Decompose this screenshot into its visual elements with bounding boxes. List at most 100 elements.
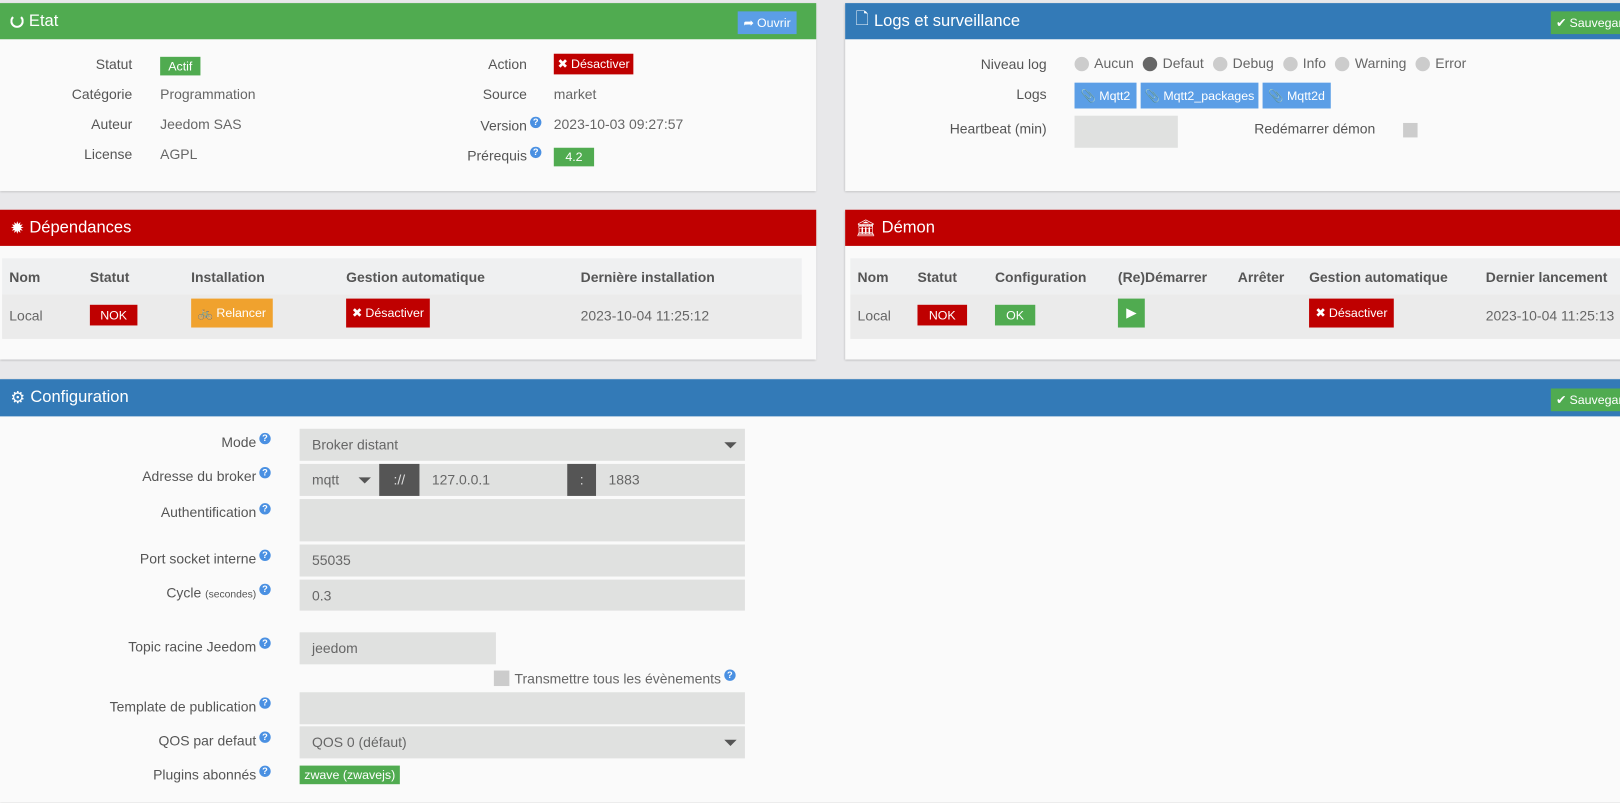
configuration-title: Configuration	[30, 388, 129, 407]
logs-label: Logs	[1016, 86, 1047, 103]
etat-header: Etat ➦ Ouvrir	[0, 3, 817, 40]
categorie-label: Catégorie	[71, 86, 133, 103]
radio-warning[interactable]: Warning	[1335, 56, 1406, 71]
col-gestion: Gestion automatique	[346, 269, 485, 286]
dep-derniere: 2023-10-04 11:25:12	[580, 307, 710, 324]
radio-aucun[interactable]: Aucun	[1074, 56, 1134, 71]
prerequis-label: Prérequis?	[467, 146, 542, 164]
prerequis-badge: 4.2	[553, 147, 595, 167]
categorie-value: Programmation	[160, 86, 256, 103]
port-separator: :	[567, 463, 597, 496]
mode-label: Mode?	[221, 432, 271, 450]
mode-select[interactable]: Broker distant	[299, 428, 745, 461]
start-daemon-button[interactable]: ▶	[1117, 298, 1145, 328]
qos-label: QOS par defaut?	[159, 731, 271, 749]
log-mqtt2-button[interactable]: 📎 Mqtt2	[1074, 82, 1137, 109]
etat-title: Etat	[28, 11, 59, 30]
help-icon[interactable]: ?	[259, 697, 271, 709]
check-circle-icon: ✔	[1555, 15, 1567, 30]
transmit-all-checkbox[interactable]	[493, 670, 510, 687]
deactivate-button[interactable]: ✖ Désactiver	[553, 53, 634, 75]
certificate-icon: ✹	[10, 219, 25, 238]
col-arreter: Arrêter	[1237, 269, 1285, 286]
demon-title: Démon	[881, 218, 935, 237]
heartbeat-label: Heartbeat (min)	[949, 120, 1047, 137]
help-icon[interactable]: ?	[259, 731, 271, 743]
open-button[interactable]: ➦ Ouvrir	[737, 11, 797, 35]
auteur-value: Jeedom SAS	[160, 116, 242, 133]
topic-input[interactable]: jeedom	[299, 632, 496, 665]
col-nom: Nom	[9, 269, 41, 286]
col-statut: Statut	[917, 269, 958, 286]
socket-port-input[interactable]: 55035	[299, 544, 745, 577]
help-icon[interactable]: ?	[259, 637, 271, 649]
template-input[interactable]	[299, 692, 745, 725]
help-icon[interactable]: ?	[530, 146, 542, 159]
demon-status-badge: NOK	[917, 304, 968, 326]
paperclip-icon: 📎	[1080, 88, 1097, 103]
relaunch-button[interactable]: 🚲 Relancer	[191, 298, 273, 328]
help-icon[interactable]: ?	[259, 583, 271, 596]
demon-dernier: 2023-10-04 11:25:13	[1485, 307, 1615, 324]
license-value: AGPL	[160, 146, 198, 163]
col-nom: Nom	[857, 269, 889, 286]
dep-deactivate-button[interactable]: ✖ Désactiver	[346, 298, 430, 328]
host-input[interactable]: 127.0.0.1	[419, 463, 568, 496]
log-level-radios: Aucun Defaut Debug Info Warning Error	[1074, 56, 1476, 71]
help-icon[interactable]: ?	[259, 765, 271, 777]
port-input[interactable]: 1883	[596, 463, 745, 496]
dependances-title: Dépendances	[29, 218, 132, 237]
log-mqtt2-packages-button[interactable]: 📎 Mqtt2_packages	[1140, 82, 1259, 109]
paperclip-icon: 📎	[1268, 88, 1284, 103]
broker-label: Adresse du broker?	[142, 467, 271, 484]
auth-textarea[interactable]	[299, 499, 745, 542]
logs-header: 🗋 Logs et surveillance ✔Sauvegarder	[845, 3, 1620, 40]
cogs-icon: ⚙	[10, 389, 26, 408]
col-statut: Statut	[89, 269, 130, 286]
demon-panel: 🏛 Démon Nom Statut Configuration (Re)Dém…	[845, 209, 1620, 360]
restart-daemon-checkbox[interactable]	[1403, 122, 1418, 138]
config-save-button[interactable]: ✔Sauvegarder	[1550, 388, 1620, 412]
caret-down-icon	[724, 441, 737, 448]
radio-info[interactable]: Info	[1283, 56, 1326, 71]
demon-config-badge: OK	[994, 304, 1036, 326]
radio-debug[interactable]: Debug	[1213, 56, 1274, 71]
auteur-label: Auteur	[91, 116, 133, 133]
save-button[interactable]: ✔Sauvegarder	[1550, 11, 1620, 35]
protocol-select[interactable]: mqtt	[299, 463, 380, 496]
bicycle-icon: 🚲	[197, 305, 214, 321]
niveau-log-label: Niveau log	[980, 56, 1047, 73]
help-icon[interactable]: ?	[259, 467, 271, 479]
help-icon[interactable]: ?	[724, 669, 736, 681]
source-value: market	[553, 86, 597, 103]
log-mqtt2d-button[interactable]: 📎 Mqtt2d	[1262, 82, 1331, 109]
help-icon[interactable]: ?	[259, 503, 271, 515]
file-icon: 🗋	[855, 10, 869, 28]
close-icon: ✖	[557, 56, 568, 72]
col-installation: Installation	[191, 269, 265, 286]
col-gestion: Gestion automatique	[1309, 269, 1448, 286]
paperclip-icon: 📎	[1144, 88, 1161, 103]
demon-nom: Local	[857, 307, 891, 324]
demon-deactivate-button[interactable]: ✖ Désactiver	[1309, 298, 1394, 328]
col-redemarrer: (Re)Démarrer	[1117, 269, 1208, 286]
qos-select[interactable]: QOS 0 (défaut)	[299, 726, 745, 759]
version-value: 2023-10-03 09:27:57	[553, 116, 684, 133]
help-icon[interactable]: ?	[259, 549, 271, 562]
share-icon: ➦	[743, 15, 754, 30]
help-icon[interactable]: ?	[259, 432, 271, 445]
dep-nom: Local	[9, 307, 43, 324]
radio-defaut[interactable]: Defaut	[1143, 56, 1204, 71]
close-icon: ✖	[351, 305, 363, 321]
close-icon: ✖	[1315, 305, 1326, 321]
auth-label: Authentification?	[161, 503, 271, 520]
bank-icon: 🏛	[855, 219, 877, 238]
cycle-input[interactable]: 0.3	[299, 579, 745, 611]
radio-error[interactable]: Error	[1415, 56, 1466, 71]
dependances-panel: ✹ Dépendances Nom Statut Installation Ge…	[0, 209, 817, 360]
check-circle-icon: ✔	[1555, 392, 1567, 408]
col-derniere: Dernière installation	[580, 269, 715, 286]
col-dernier: Dernier lancement	[1485, 269, 1608, 286]
help-icon[interactable]: ?	[530, 116, 542, 129]
heartbeat-input[interactable]	[1074, 115, 1178, 148]
